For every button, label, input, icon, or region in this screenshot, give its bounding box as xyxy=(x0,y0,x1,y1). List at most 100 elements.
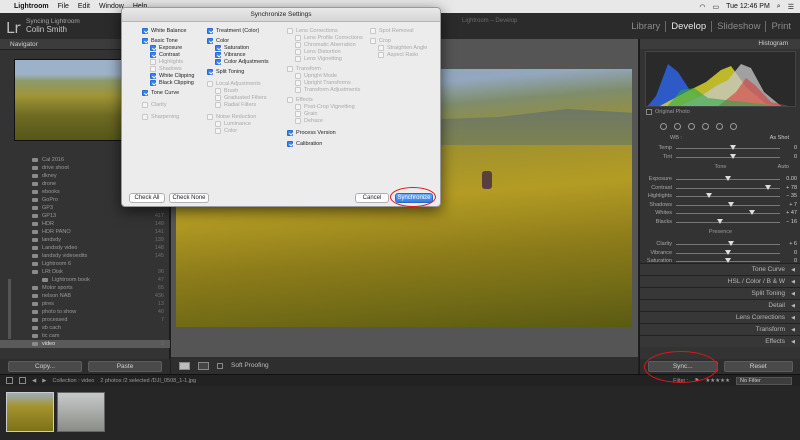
module-slideshow[interactable]: Slideshow xyxy=(711,21,765,32)
slider-knob[interactable] xyxy=(728,241,735,246)
second-window-icon[interactable] xyxy=(6,377,13,384)
checkbox[interactable] xyxy=(287,130,293,136)
flag-filter-icon[interactable]: ⚑ xyxy=(694,378,699,384)
slider-value[interactable]: + 47 xyxy=(786,210,797,216)
auto-tone-button[interactable]: Auto xyxy=(778,164,789,170)
folder-row[interactable]: nelson NAB 436 xyxy=(0,292,170,300)
slider-value[interactable]: 0 xyxy=(794,154,797,160)
filmstrip-thumbnail[interactable] xyxy=(57,392,105,432)
loupe-view-button[interactable] xyxy=(179,361,190,370)
slider-contrast[interactable]: Contrast + 78 xyxy=(640,184,800,192)
slider-tint[interactable]: Tint 0 xyxy=(640,153,800,161)
spot-removal-icon[interactable] xyxy=(674,123,681,130)
red-eye-icon[interactable] xyxy=(688,123,695,130)
slider-value[interactable]: − 35 xyxy=(786,193,797,199)
checkbox[interactable] xyxy=(150,80,156,86)
slider-vibrance[interactable]: Vibrance 0 xyxy=(640,249,800,257)
module-develop[interactable]: Develop xyxy=(665,21,711,32)
slider-value[interactable]: 0 xyxy=(794,250,797,256)
wb-preset[interactable]: As Shot xyxy=(770,135,789,141)
folder-row[interactable]: photo to show 40 xyxy=(0,308,170,316)
nav-back-icon[interactable]: ◀ xyxy=(32,378,36,384)
menu-edit[interactable]: Edit xyxy=(78,3,90,10)
slider-whites[interactable]: Whites + 47 xyxy=(640,210,800,217)
panel-section-header[interactable]: Split Toning ◀ xyxy=(640,287,800,299)
panel-section-header[interactable]: Transform ◀ xyxy=(640,323,800,335)
sync-option[interactable]: Basic Tone xyxy=(142,38,178,44)
slider-value[interactable]: + 6 xyxy=(789,241,797,247)
folder-row[interactable]: pires 13 xyxy=(0,300,170,308)
folder-row[interactable]: HDR 149 xyxy=(0,220,170,228)
checkbox[interactable] xyxy=(150,52,156,58)
module-print[interactable]: Print xyxy=(765,21,796,32)
slider-track[interactable] xyxy=(676,196,780,197)
histogram-header[interactable]: Histogram xyxy=(640,39,800,49)
filter-select[interactable]: No Filter xyxy=(736,376,792,385)
panel-section-header[interactable]: Detail ◀ xyxy=(640,299,800,311)
slider-value[interactable]: − 16 xyxy=(786,219,797,225)
paste-button[interactable]: Paste xyxy=(88,361,162,372)
panel-section-header[interactable]: Effects ◀ xyxy=(640,335,800,347)
checkbox[interactable] xyxy=(207,69,213,75)
folder-row[interactable]: Motor sports 65 xyxy=(0,284,170,292)
menu-file[interactable]: File xyxy=(58,3,69,10)
sync-option[interactable]: Calibration xyxy=(287,141,322,147)
sync-button[interactable]: Sync... xyxy=(648,361,718,372)
checkbox[interactable] xyxy=(287,141,293,147)
menu-clock[interactable]: Tue 12:46 PM xyxy=(726,3,770,10)
slider-knob[interactable] xyxy=(764,184,771,190)
slider-knob[interactable] xyxy=(730,153,737,159)
slider-track[interactable] xyxy=(676,156,780,158)
sync-option[interactable]: Color xyxy=(207,38,229,44)
checkbox[interactable] xyxy=(142,90,148,96)
graduated-filter-icon[interactable] xyxy=(702,123,709,130)
slider-clarity[interactable]: Clarity + 6 xyxy=(640,241,800,248)
checkbox[interactable] xyxy=(150,45,156,51)
slider-knob[interactable] xyxy=(730,145,737,150)
original-photo-checkbox[interactable] xyxy=(646,109,652,115)
before-after-button[interactable] xyxy=(198,361,209,370)
crop-tool-icon[interactable] xyxy=(660,123,667,130)
slider-track[interactable] xyxy=(676,221,780,223)
sync-option[interactable]: Color Adjustments xyxy=(215,59,269,65)
nav-forward-icon[interactable]: ▶ xyxy=(42,378,46,384)
slider-knob[interactable] xyxy=(748,210,755,215)
slider-exposure[interactable]: Exposure 0.00 xyxy=(640,176,800,183)
checkbox[interactable] xyxy=(142,28,148,34)
check-none-button[interactable]: Check None xyxy=(169,193,209,203)
panel-section-header[interactable]: Tone Curve ◀ xyxy=(640,263,800,275)
menu-app-name[interactable]: Lightroom xyxy=(14,3,49,10)
grid-view-icon[interactable] xyxy=(19,377,26,384)
slider-value[interactable]: 0.00 xyxy=(786,176,797,182)
menu-window[interactable]: Window xyxy=(99,3,124,10)
folder-row[interactable]: Landsdy video 148 xyxy=(0,244,170,252)
slider-knob[interactable] xyxy=(706,193,713,198)
sync-option[interactable]: Split Toning xyxy=(207,69,244,75)
wifi-icon[interactable]: ◠ xyxy=(699,3,705,11)
sync-option[interactable]: Vibrance xyxy=(215,52,246,58)
synchronize-button[interactable]: Synchronize xyxy=(395,193,433,203)
disclosure-triangle-icon[interactable]: ◀ xyxy=(791,336,795,348)
slider-blacks[interactable]: Blacks − 16 xyxy=(640,218,800,226)
slider-value[interactable]: + 78 xyxy=(786,185,797,191)
sync-option[interactable]: Saturation xyxy=(215,45,249,51)
sync-option[interactable]: Contrast xyxy=(150,52,180,58)
folder-row[interactable]: LRt Disk 96 xyxy=(0,268,170,276)
checkbox[interactable] xyxy=(207,38,213,44)
reset-button[interactable]: Reset xyxy=(723,361,793,372)
folder-row[interactable]: landsdy videoedits 145 xyxy=(0,252,170,260)
checkbox[interactable] xyxy=(150,73,156,79)
sync-option[interactable]: Process Version xyxy=(287,130,336,136)
slider-shadows[interactable]: Shadows + 7 xyxy=(640,201,800,209)
folder-row[interactable]: Lightroom book 47 xyxy=(0,276,170,284)
checkbox[interactable] xyxy=(207,28,213,34)
sync-option[interactable]: Black Clipping xyxy=(150,80,194,86)
folder-row[interactable]: sb cach xyxy=(0,324,170,332)
sync-option[interactable]: White Balance xyxy=(142,28,186,34)
slider-knob[interactable] xyxy=(725,176,731,181)
slider-value[interactable]: + 7 xyxy=(789,202,797,208)
folder-row[interactable]: GP13 417 xyxy=(0,212,170,220)
folder-row[interactable]: video 2 xyxy=(0,340,170,348)
soft-proofing-checkbox[interactable] xyxy=(217,362,223,369)
slider-knob[interactable] xyxy=(716,218,723,224)
